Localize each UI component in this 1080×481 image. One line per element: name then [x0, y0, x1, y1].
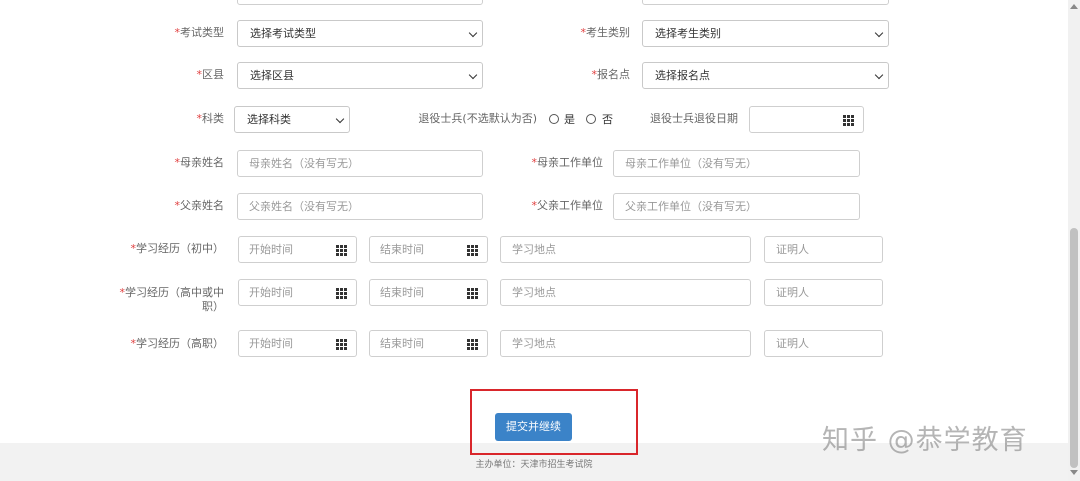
- subject-select[interactable]: 选择科类: [234, 106, 350, 133]
- education-junior-label: *学习经历（初中）: [130, 242, 225, 255]
- end-time-input[interactable]: 结束时间: [369, 236, 458, 263]
- calendar-button[interactable]: [326, 279, 357, 306]
- veteran-label: 退役士兵(不选默认为否): [418, 112, 537, 125]
- veteran-date-input[interactable]: [749, 106, 834, 133]
- calendar-grid-icon: [336, 339, 347, 350]
- witness-input[interactable]: 证明人: [764, 236, 883, 263]
- witness-input[interactable]: 证明人: [764, 330, 883, 357]
- veteran-yes-label: 是: [564, 113, 575, 126]
- calendar-grid-icon: [336, 288, 347, 299]
- partial-input-right[interactable]: [642, 0, 889, 5]
- witness-input[interactable]: 证明人: [764, 279, 883, 306]
- chevron-down-icon: [335, 114, 345, 124]
- veteran-date-picker[interactable]: [749, 106, 864, 133]
- candidate-category-label: *考生类别: [580, 26, 631, 39]
- study-place-input[interactable]: 学习地点: [500, 279, 751, 306]
- registration-point-label: *报名点: [591, 68, 631, 81]
- father-name-label: *父亲姓名: [174, 199, 225, 212]
- candidate-category-select[interactable]: 选择考生类别: [642, 20, 889, 47]
- education-vocational-start[interactable]: 开始时间: [238, 330, 357, 357]
- start-time-input[interactable]: 开始时间: [238, 279, 327, 306]
- start-time-input[interactable]: 开始时间: [238, 330, 327, 357]
- education-vocational-label: *学习经历（高职）: [130, 337, 225, 350]
- scroll-up-arrow-icon[interactable]: [1070, 4, 1078, 9]
- veteran-date-label: 退役士兵退役日期: [650, 112, 738, 125]
- education-junior-start[interactable]: 开始时间: [238, 236, 357, 263]
- education-junior-end[interactable]: 结束时间: [369, 236, 488, 263]
- calendar-grid-icon: [843, 115, 854, 126]
- footer-text: 主办单位：天津市招生考试院: [475, 460, 593, 470]
- chevron-down-icon: [468, 28, 478, 38]
- mother-work-input[interactable]: 母亲工作单位（没有写无）: [613, 150, 860, 177]
- mother-name-label: *母亲姓名: [174, 156, 225, 169]
- mother-name-input[interactable]: 母亲姓名（没有写无）: [237, 150, 483, 177]
- calendar-button[interactable]: [457, 279, 488, 306]
- registration-point-select[interactable]: 选择报名点: [642, 62, 889, 89]
- exam-type-select[interactable]: 选择考试类型: [237, 20, 483, 47]
- start-time-input[interactable]: 开始时间: [238, 236, 327, 263]
- veteran-yes-radio[interactable]: [549, 114, 559, 124]
- calendar-button[interactable]: [457, 330, 488, 357]
- calendar-grid-icon: [467, 245, 478, 256]
- end-time-input[interactable]: 结束时间: [369, 279, 458, 306]
- education-highschool-label-line2: 职）: [202, 300, 224, 313]
- watermark-text: 知乎 @恭学教育: [822, 425, 1028, 456]
- calendar-grid-icon: [467, 288, 478, 299]
- chevron-down-icon: [874, 70, 884, 80]
- mother-work-label: *母亲工作单位: [531, 156, 604, 169]
- district-select[interactable]: 选择区县: [237, 62, 483, 89]
- calendar-button[interactable]: [457, 236, 488, 263]
- father-work-input[interactable]: 父亲工作单位（没有写无）: [613, 193, 860, 220]
- education-highschool-label: *学习经历（高中或中: [119, 286, 225, 299]
- partial-input-left[interactable]: [237, 0, 483, 5]
- calendar-grid-icon: [467, 339, 478, 350]
- exam-type-label: *考试类型: [174, 26, 225, 39]
- scroll-down-arrow-icon[interactable]: [1070, 470, 1078, 475]
- end-time-input[interactable]: 结束时间: [369, 330, 458, 357]
- calendar-button[interactable]: [833, 106, 864, 133]
- chevron-down-icon: [874, 28, 884, 38]
- veteran-no-radio[interactable]: [586, 114, 596, 124]
- scrollbar-thumb[interactable]: [1070, 228, 1078, 468]
- subject-label: *科类: [196, 112, 225, 125]
- study-place-input[interactable]: 学习地点: [500, 236, 751, 263]
- education-highschool-end[interactable]: 结束时间: [369, 279, 488, 306]
- chevron-down-icon: [468, 70, 478, 80]
- education-vocational-end[interactable]: 结束时间: [369, 330, 488, 357]
- calendar-button[interactable]: [326, 236, 357, 263]
- education-highschool-start[interactable]: 开始时间: [238, 279, 357, 306]
- highlight-box: [470, 389, 638, 455]
- veteran-no-label: 否: [602, 113, 613, 126]
- district-label: *区县: [196, 68, 225, 81]
- calendar-grid-icon: [336, 245, 347, 256]
- study-place-input[interactable]: 学习地点: [500, 330, 751, 357]
- calendar-button[interactable]: [326, 330, 357, 357]
- father-work-label: *父亲工作单位: [531, 199, 604, 212]
- father-name-input[interactable]: 父亲姓名（没有写无）: [237, 193, 483, 220]
